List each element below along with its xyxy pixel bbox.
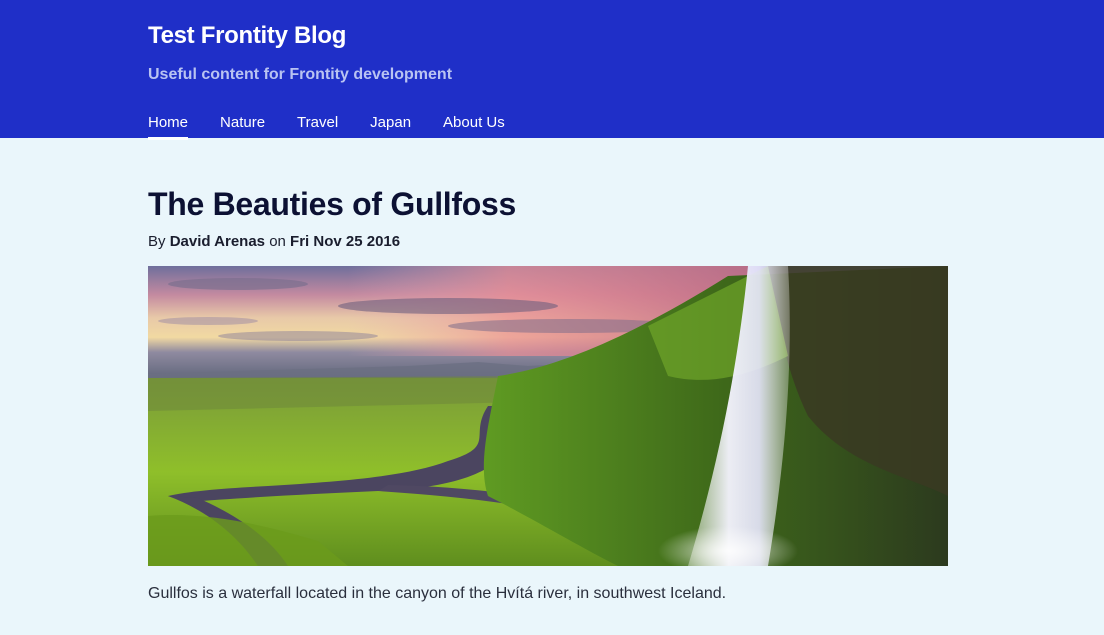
featured-image: [148, 266, 948, 566]
post-author: David Arenas: [169, 233, 266, 250]
nav-item-nature[interactable]: Nature: [220, 114, 265, 139]
byline-prefix: By: [148, 233, 166, 250]
nav-item-about-us[interactable]: About Us: [443, 114, 505, 139]
nav-item-travel[interactable]: Travel: [297, 114, 338, 139]
nav-item-home[interactable]: Home: [148, 114, 189, 140]
post-excerpt: Gullfos is a waterfall located in the ca…: [148, 585, 727, 602]
post-date: Fri Nov 25 2016: [290, 233, 401, 250]
site-title[interactable]: Test Frontity Blog: [148, 22, 346, 50]
nav-item-japan[interactable]: Japan: [370, 114, 411, 139]
site-description: Useful content for Frontity development: [148, 66, 453, 83]
post-title: The Beauties of Gullfoss: [148, 186, 516, 222]
post-byline: By David Arenas on Fri Nov 25 2016: [148, 233, 400, 250]
site-header: Test Frontity Blog Useful content for Fr…: [0, 0, 1104, 140]
byline-on: on: [269, 233, 286, 250]
main-nav: Home Nature Travel Japan About Us: [148, 114, 537, 140]
